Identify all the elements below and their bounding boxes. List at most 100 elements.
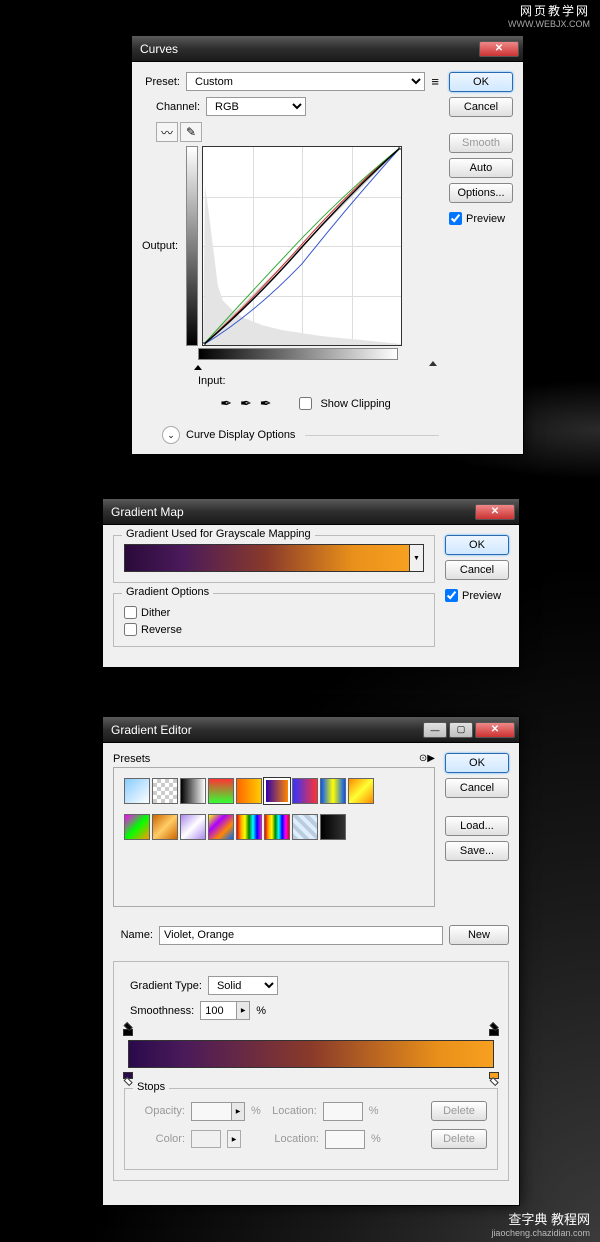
eyedropper-gray-icon[interactable]: ✒ [240, 395, 252, 412]
output-label: Output: [142, 240, 178, 252]
preset-swatch[interactable] [320, 814, 346, 840]
input-slider-black[interactable] [194, 365, 202, 370]
smoothness-stepper[interactable]: ▶ [236, 1001, 250, 1020]
opacity-stop-right[interactable] [489, 1024, 499, 1036]
gradmap-titlebar[interactable]: Gradient Map [103, 499, 519, 525]
preset-swatch[interactable] [180, 814, 206, 840]
name-input[interactable] [159, 926, 443, 945]
cancel-button[interactable]: Cancel [445, 560, 509, 580]
gradedit-titlebar[interactable]: Gradient Editor [103, 717, 519, 743]
presets-box[interactable] [113, 767, 435, 907]
show-clipping-label: Show Clipping [320, 398, 390, 410]
close-icon[interactable] [479, 41, 519, 57]
minimize-icon[interactable] [423, 722, 447, 738]
opacity-stepper: ▶ [231, 1102, 245, 1121]
preset-swatch[interactable] [152, 814, 178, 840]
preset-swatch[interactable] [124, 778, 150, 804]
watermark-top: 网页教学网 WWW.WEBJX.COM [508, 2, 590, 29]
preview-label: Preview [466, 213, 505, 225]
preset-swatch[interactable] [264, 778, 290, 804]
curve-graph[interactable] [202, 146, 402, 346]
color-stop-right[interactable] [489, 1072, 499, 1084]
curve-tool-pencil[interactable]: ✎ [180, 122, 202, 142]
preset-swatch[interactable] [124, 814, 150, 840]
watermark-top-line2: WWW.WEBJX.COM [508, 19, 590, 29]
auto-button[interactable]: Auto [449, 158, 513, 178]
input-gradient [198, 348, 398, 360]
ok-button[interactable]: OK [445, 535, 509, 555]
reverse-label: Reverse [141, 624, 182, 636]
save-button[interactable]: Save... [445, 841, 509, 861]
preset-swatch[interactable] [292, 814, 318, 840]
preset-swatch[interactable] [264, 814, 290, 840]
preset-swatch[interactable] [208, 814, 234, 840]
gradtype-select[interactable]: Solid [208, 976, 278, 995]
gradmap-fieldset1-title: Gradient Used for Grayscale Mapping [122, 528, 315, 540]
maximize-icon[interactable] [449, 722, 473, 738]
preview-checkbox[interactable] [445, 589, 458, 602]
curve-lines [203, 147, 401, 345]
options-button[interactable]: Options... [449, 183, 513, 203]
preset-swatch[interactable] [292, 778, 318, 804]
smoothness-input[interactable] [200, 1001, 236, 1020]
presets-flyout-icon[interactable]: ⊙▶ [419, 753, 435, 764]
pct: % [251, 1105, 261, 1117]
pct: % [369, 1105, 379, 1117]
name-label: Name: [113, 929, 153, 941]
close-icon[interactable] [475, 504, 515, 520]
preset-menu-icon[interactable]: ≡ [431, 74, 439, 89]
preset-swatch[interactable] [152, 778, 178, 804]
gradedit-title: Gradient Editor [111, 723, 421, 737]
watermark-top-line1: 网页教学网 [508, 2, 590, 19]
preset-swatch[interactable] [208, 778, 234, 804]
new-button[interactable]: New [449, 925, 509, 945]
curve-tool-point[interactable]: 〰 [156, 122, 178, 142]
dither-label: Dither [141, 607, 170, 619]
pct-label: % [256, 1005, 266, 1017]
ok-button[interactable]: OK [449, 72, 513, 92]
channel-select[interactable]: RGB [206, 97, 306, 116]
preset-label: Preset: [142, 76, 180, 88]
load-button[interactable]: Load... [445, 816, 509, 836]
location-input-2 [325, 1130, 365, 1149]
reverse-checkbox[interactable] [124, 623, 137, 636]
dither-checkbox[interactable] [124, 606, 137, 619]
show-clipping-checkbox[interactable] [299, 397, 312, 410]
preview-checkbox[interactable] [449, 212, 462, 225]
gradient-editor-dialog: Gradient Editor Presets ⊙▶ [102, 716, 520, 1206]
preset-select[interactable]: Custom [186, 72, 425, 91]
close-icon[interactable] [475, 722, 515, 738]
chevron-down-icon[interactable]: ⌄ [162, 426, 180, 444]
cancel-button[interactable]: Cancel [445, 778, 509, 798]
input-slider-white[interactable] [429, 361, 437, 366]
preset-swatch[interactable] [236, 778, 262, 804]
input-label: Input: [198, 375, 439, 387]
gradient-preview[interactable] [124, 544, 410, 572]
opacity-input [191, 1102, 231, 1121]
curves-dialog: Curves Preset: Custom ≡ Channel: RGB 〰 ✎… [131, 35, 524, 455]
gradient-dropdown-icon[interactable]: ▼ [410, 544, 424, 572]
curve-display-options: Curve Display Options [186, 429, 295, 441]
preset-swatch[interactable] [348, 778, 374, 804]
curves-title: Curves [140, 42, 477, 56]
gradient-edit-bar[interactable] [128, 1040, 494, 1068]
location-input [323, 1102, 363, 1121]
color-well [191, 1130, 221, 1148]
eyedropper-white-icon[interactable]: ✒ [260, 395, 272, 412]
eyedropper-black-icon[interactable]: ✒ [220, 395, 232, 412]
preview-label: Preview [462, 590, 501, 602]
opacity-stop-left[interactable] [123, 1024, 133, 1036]
smooth-button[interactable]: Smooth [449, 133, 513, 153]
gradient-map-dialog: Gradient Map Gradient Used for Grayscale… [102, 498, 520, 668]
preset-swatch[interactable] [180, 778, 206, 804]
curves-titlebar[interactable]: Curves [132, 36, 523, 62]
preset-swatch[interactable] [236, 814, 262, 840]
gradtype-label: Gradient Type: [130, 980, 202, 992]
delete-button: Delete [431, 1101, 487, 1121]
ok-button[interactable]: OK [445, 753, 509, 773]
output-gradient [186, 146, 198, 346]
preset-swatch[interactable] [320, 778, 346, 804]
cancel-button[interactable]: Cancel [449, 97, 513, 117]
color-stop-left[interactable] [123, 1072, 133, 1084]
channel-label: Channel: [156, 101, 200, 113]
